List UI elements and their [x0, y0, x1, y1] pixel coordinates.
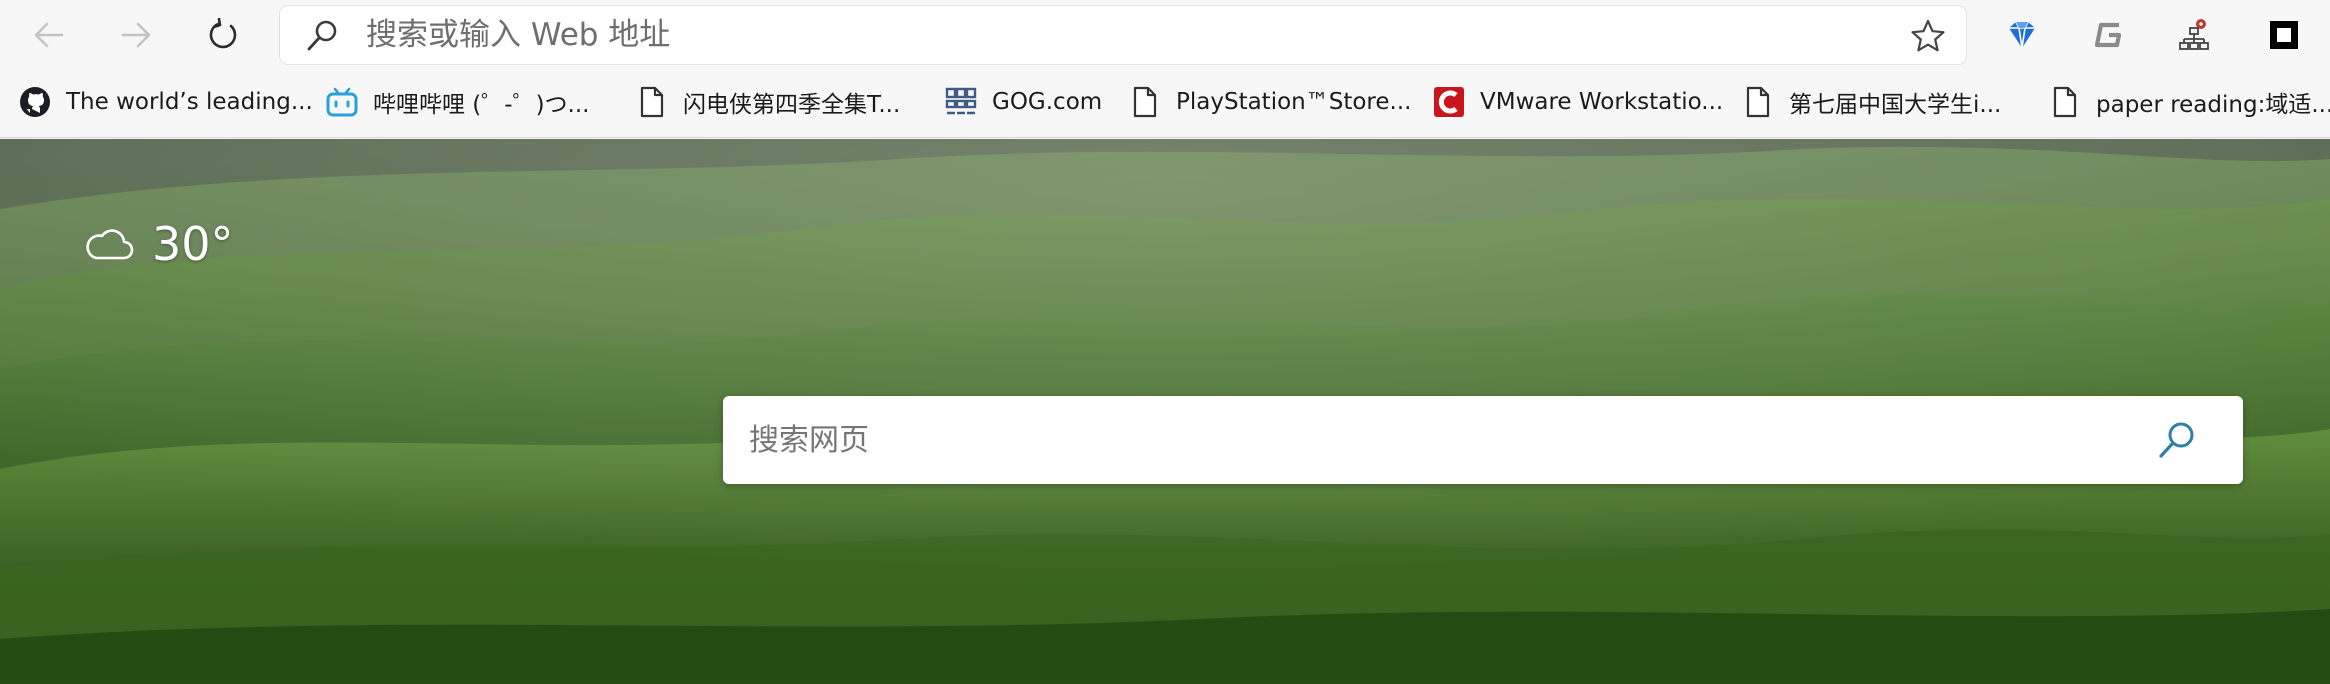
address-bar[interactable]: [280, 6, 1966, 64]
cloud-icon: [86, 229, 134, 260]
search-icon: [2159, 422, 2194, 458]
g-extension-icon: [2094, 22, 2122, 48]
bilibili-icon: [325, 85, 359, 119]
bookmark-label: 哔哩哔哩 (゜-゜)つ...: [373, 92, 590, 118]
sitemap-extension-icon: [2179, 19, 2209, 50]
favorite-star-icon[interactable]: [1910, 18, 1946, 54]
gog-icon: [944, 85, 978, 119]
refresh-icon: [209, 18, 237, 49]
page-icon: [1741, 85, 1775, 119]
bookmark-label: paper reading:域适...: [2096, 92, 2330, 118]
bookmark-flash[interactable]: 闪电侠第四季全集T...: [635, 79, 900, 125]
diamond-extension-icon: [2009, 21, 2035, 49]
github-icon: [18, 85, 52, 119]
square-extension-icon: [2270, 21, 2298, 49]
vmware-icon: [1432, 85, 1466, 119]
bookmark-label: 闪电侠第四季全集T...: [683, 92, 901, 118]
g-extension-button[interactable]: [2085, 12, 2133, 58]
square-extension-button[interactable]: [2260, 12, 2308, 58]
bookmark-gog[interactable]: GOG.com: [944, 79, 1102, 125]
arrow-left-icon: [34, 22, 64, 48]
bookmark-playstation[interactable]: PlayStation™Store...: [1128, 79, 1411, 125]
bookmark-label: VMware Workstatio...: [1480, 89, 1724, 115]
bookmark-label: PlayStation™Store...: [1176, 89, 1412, 115]
bookmarks-bar: The world’s leading... 哔哩哔哩 (゜-゜)つ... 闪电…: [0, 70, 2330, 138]
bookmark-paper-reading[interactable]: paper reading:域适...: [2048, 79, 2330, 125]
sitemap-extension-button[interactable]: [2172, 12, 2220, 58]
page-icon: [1128, 85, 1162, 119]
bookmark-github[interactable]: The world’s leading...: [18, 79, 313, 125]
arrow-right-icon: [121, 22, 151, 48]
bookmark-competition[interactable]: 第七届中国大学生i...: [1741, 79, 2001, 125]
weather-temperature: 30°: [152, 217, 234, 271]
bookmark-bilibili[interactable]: 哔哩哔哩 (゜-゜)つ...: [325, 79, 590, 125]
bookmark-vmware[interactable]: VMware Workstatio...: [1432, 79, 1723, 125]
bookmark-label: GOG.com: [992, 89, 1103, 115]
new-tab-page: 30°: [0, 139, 2330, 684]
back-button[interactable]: [23, 9, 75, 61]
search-icon: [307, 20, 337, 51]
diamond-extension-button[interactable]: [1998, 12, 2046, 58]
reload-button[interactable]: [197, 9, 249, 61]
address-input[interactable]: [366, 6, 1816, 64]
forward-button[interactable]: [110, 9, 162, 61]
page-icon: [2048, 85, 2082, 119]
web-search-button[interactable]: [2155, 418, 2199, 462]
web-search-input[interactable]: [749, 396, 2129, 484]
page-icon: [635, 85, 669, 119]
bookmark-label: The world’s leading...: [66, 89, 313, 115]
browser-toolbar: [0, 0, 2330, 70]
bookmark-label: 第七届中国大学生i...: [1789, 92, 2002, 118]
web-search-box[interactable]: [723, 396, 2243, 484]
weather-widget[interactable]: 30°: [84, 217, 234, 271]
